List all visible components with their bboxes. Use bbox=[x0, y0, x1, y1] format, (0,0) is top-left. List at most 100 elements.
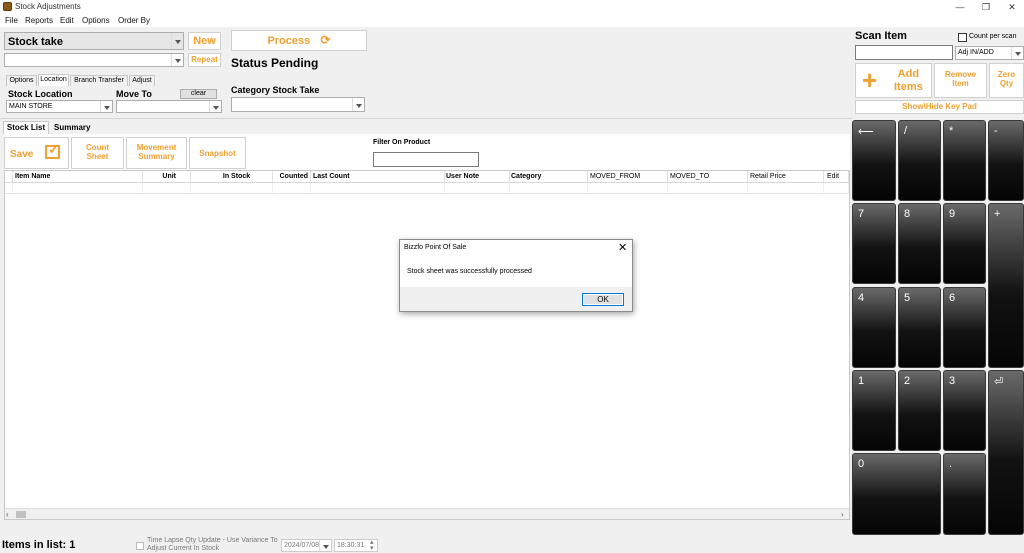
col-edit[interactable]: Edit bbox=[824, 171, 849, 183]
restore-button[interactable]: ❐ bbox=[979, 1, 993, 13]
key-2[interactable]: 2 bbox=[898, 370, 941, 451]
table-cell[interactable] bbox=[588, 183, 668, 194]
key-8[interactable]: 8 bbox=[898, 203, 941, 284]
remove-item-button[interactable]: Remove Item bbox=[934, 63, 987, 98]
plus-icon: + bbox=[862, 65, 878, 95]
ok-button[interactable]: OK bbox=[582, 293, 624, 306]
tab-adjust[interactable]: Adjust bbox=[129, 75, 155, 86]
key-0[interactable]: 0 bbox=[852, 453, 941, 535]
spinner-icon[interactable]: ▴ ▾ bbox=[370, 539, 374, 552]
table-cell[interactable] bbox=[143, 183, 191, 194]
process-button[interactable]: Process ⟳ bbox=[231, 30, 367, 51]
key-enter[interactable]: ⏎ bbox=[988, 370, 1024, 535]
key-7[interactable]: 7 bbox=[852, 203, 896, 284]
key-9[interactable]: 9 bbox=[943, 203, 986, 284]
menu-reports[interactable]: Reports bbox=[25, 16, 53, 25]
mode-select-value: Stock take bbox=[8, 36, 64, 48]
tab-summary[interactable]: Summary bbox=[54, 123, 90, 132]
table-cell[interactable] bbox=[510, 183, 588, 194]
show-hide-keypad-button[interactable]: Show\Hide Key Pad bbox=[855, 100, 1024, 114]
table-cell[interactable] bbox=[311, 183, 445, 194]
col-category[interactable]: Category bbox=[510, 171, 588, 183]
mode-select[interactable]: Stock take bbox=[4, 32, 184, 50]
key-5[interactable]: 5 bbox=[898, 287, 941, 368]
table-row[interactable] bbox=[5, 183, 13, 194]
close-window-button[interactable]: ✕ bbox=[1005, 1, 1019, 13]
menu-order-by[interactable]: Order By bbox=[118, 16, 150, 25]
add-items-label-1: Add bbox=[897, 68, 920, 80]
table-cell[interactable] bbox=[748, 183, 824, 194]
table-cell[interactable] bbox=[445, 183, 510, 194]
key-dot[interactable]: . bbox=[943, 453, 986, 535]
col-moved-from[interactable]: MOVED_FROM bbox=[588, 171, 668, 183]
key-plus[interactable]: + bbox=[988, 203, 1024, 368]
stock-location-value: MAIN STORE bbox=[9, 103, 53, 110]
col-user-note[interactable]: User Note bbox=[445, 171, 510, 183]
menu-options[interactable]: Options bbox=[82, 16, 110, 25]
date-picker[interactable]: 2024/07/08 bbox=[281, 539, 332, 552]
col-unit[interactable]: Unit bbox=[143, 171, 191, 183]
repeat-button[interactable]: Repeat bbox=[188, 53, 221, 67]
secondary-select[interactable] bbox=[4, 53, 184, 67]
col-in-stock[interactable]: In Stock bbox=[191, 171, 273, 183]
title-bar: Stock Adjustments — ❐ ✕ bbox=[0, 0, 1024, 14]
table-cell[interactable] bbox=[191, 183, 273, 194]
key-3[interactable]: 3 bbox=[943, 370, 986, 451]
tab-branch-transfer[interactable]: Branch Transfer bbox=[70, 75, 128, 86]
count-sheet-label-1: Count bbox=[85, 143, 110, 152]
new-button[interactable]: New bbox=[188, 32, 221, 50]
minimize-button[interactable]: — bbox=[953, 1, 967, 13]
adjust-mode-select[interactable]: Adj IN/ADD bbox=[955, 46, 1024, 60]
table-cell[interactable] bbox=[273, 183, 311, 194]
key-0-label: 0 bbox=[858, 458, 865, 470]
horizontal-scrollbar[interactable]: ‹ › bbox=[5, 508, 849, 519]
scroll-right-icon[interactable]: › bbox=[841, 510, 844, 519]
snapshot-button[interactable]: Snapshot bbox=[189, 137, 246, 169]
menu-file[interactable]: File bbox=[5, 16, 18, 25]
move-to-select[interactable] bbox=[116, 100, 222, 113]
key-4[interactable]: 4 bbox=[852, 287, 896, 368]
col-counted[interactable]: Counted bbox=[273, 171, 311, 183]
key-3-label: 3 bbox=[949, 375, 956, 387]
scan-item-title: Scan Item bbox=[855, 30, 907, 42]
clear-button[interactable]: clear bbox=[180, 89, 217, 99]
menu-edit[interactable]: Edit bbox=[60, 16, 74, 25]
key-minus[interactable]: - bbox=[988, 120, 1024, 201]
scroll-left-icon[interactable]: ‹ bbox=[6, 510, 9, 519]
time-picker[interactable]: 18:30:31 ▴ ▾ bbox=[334, 539, 378, 552]
count-sheet-button[interactable]: Count Sheet bbox=[71, 137, 124, 169]
key-multiply-label: * bbox=[949, 125, 954, 137]
time-lapse-label: Time Lapse Qty Update - Use Variance To … bbox=[147, 537, 278, 553]
tab-stock-list[interactable]: Stock List bbox=[3, 121, 49, 134]
col-retail-price[interactable]: Retail Price bbox=[748, 171, 824, 183]
filter-input[interactable] bbox=[373, 152, 479, 167]
filter-label: Filter On Product bbox=[373, 139, 431, 146]
save-button[interactable]: Save ✓ bbox=[4, 137, 69, 169]
key-divide[interactable]: / bbox=[898, 120, 941, 201]
zero-qty-label-1: Zero bbox=[997, 70, 1016, 79]
scan-input[interactable] bbox=[855, 45, 953, 60]
count-per-scan-checkbox[interactable] bbox=[958, 33, 967, 42]
scrollbar-thumb[interactable] bbox=[16, 511, 26, 518]
col-item-name[interactable]: Item Name bbox=[13, 171, 143, 183]
dialog-close-icon[interactable]: ✕ bbox=[618, 241, 627, 254]
key-6[interactable]: 6 bbox=[943, 287, 986, 368]
tab-location[interactable]: Location bbox=[38, 74, 69, 86]
zero-qty-button[interactable]: Zero Qty bbox=[989, 63, 1024, 98]
category-select[interactable] bbox=[231, 97, 365, 112]
table-cell[interactable] bbox=[824, 183, 849, 194]
table-cell[interactable] bbox=[668, 183, 748, 194]
status-text: Status Pending bbox=[231, 56, 319, 70]
time-lapse-checkbox[interactable] bbox=[136, 542, 144, 550]
stock-location-select[interactable]: MAIN STORE bbox=[6, 100, 113, 113]
key-1[interactable]: 1 bbox=[852, 370, 896, 451]
col-moved-to[interactable]: MOVED_TO bbox=[668, 171, 748, 183]
key-multiply[interactable]: * bbox=[943, 120, 986, 201]
key-dot-label: . bbox=[949, 458, 953, 470]
key-backspace[interactable]: ⟵ bbox=[852, 120, 896, 201]
tab-options[interactable]: Options bbox=[6, 75, 37, 86]
col-last-count[interactable]: Last Count bbox=[311, 171, 445, 183]
movement-summary-button[interactable]: Movement Summary bbox=[126, 137, 187, 169]
table-cell[interactable] bbox=[13, 183, 143, 194]
add-items-button[interactable]: + Add Items bbox=[855, 63, 932, 98]
